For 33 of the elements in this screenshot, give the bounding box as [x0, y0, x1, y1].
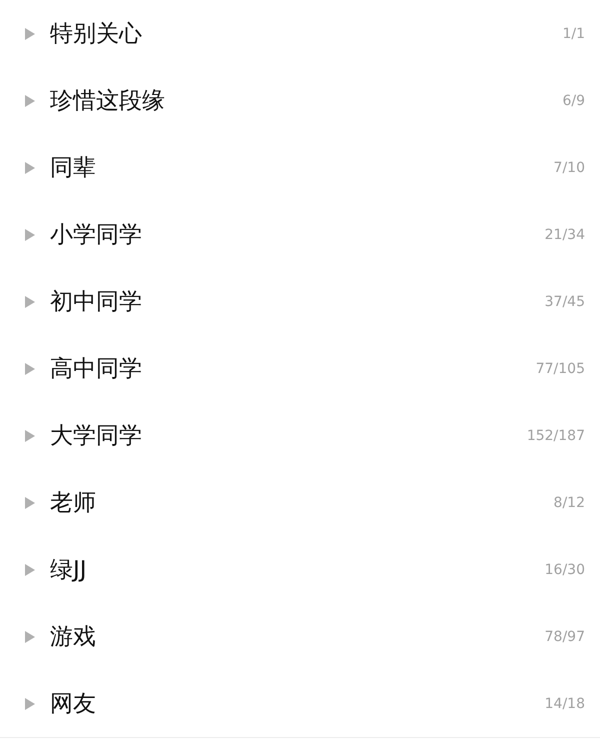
- online-count: 16/30: [544, 562, 585, 578]
- group-row[interactable]: 网友 14/18: [24, 670, 585, 737]
- group-name: 特别关心: [50, 20, 142, 49]
- online-count: 21/34: [544, 226, 585, 242]
- online-count: 37/45: [544, 294, 585, 310]
- online-count: 14/18: [544, 696, 585, 712]
- online-count: 1/1: [562, 26, 585, 42]
- group-row[interactable]: 珍惜这段缘 6/9: [24, 67, 585, 134]
- group-row[interactable]: 高中同学 77/105: [24, 335, 585, 402]
- group-name: 绿JJ: [50, 556, 87, 585]
- online-count: 7/10: [554, 160, 585, 176]
- group-name: 游戏: [50, 623, 96, 652]
- online-count: 8/12: [554, 494, 585, 510]
- group-name: 大学同学: [50, 422, 142, 451]
- online-count: 152/187: [526, 428, 585, 444]
- group-name: 珍惜这段缘: [50, 87, 165, 116]
- group-row[interactable]: 大学同学 152/187: [24, 402, 585, 469]
- group-row[interactable]: 同辈 7/10: [24, 134, 585, 201]
- group-name: 同辈: [50, 154, 96, 183]
- group-row[interactable]: 特别关心 1/1: [24, 0, 585, 67]
- group-name: 高中同学: [50, 355, 142, 384]
- group-row[interactable]: 绿JJ 16/30: [24, 536, 585, 603]
- online-count: 78/97: [544, 628, 585, 644]
- group-name: 小学同学: [50, 221, 142, 250]
- group-name: 老师: [50, 489, 96, 518]
- online-count: 77/105: [536, 360, 585, 376]
- group-name: 初中同学: [50, 288, 142, 317]
- group-row[interactable]: 小学同学 21/34: [24, 201, 585, 268]
- group-row[interactable]: 老师 8/12: [24, 469, 585, 536]
- group-name: 网友: [50, 690, 96, 719]
- group-row[interactable]: 游戏 78/97: [24, 603, 585, 670]
- group-row[interactable]: 初中同学 37/45: [24, 268, 585, 335]
- online-count: 6/9: [562, 92, 585, 108]
